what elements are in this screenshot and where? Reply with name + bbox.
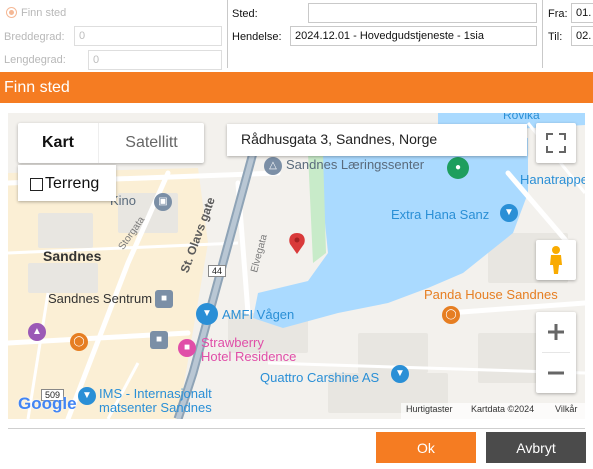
cinema-icon: ▣	[154, 193, 172, 211]
label-extra: Extra Hana Sanz	[391, 207, 490, 222]
label-panda: Panda House Sandnes	[424, 287, 558, 302]
label-quattro: Quattro Carshine AS	[260, 370, 380, 385]
amfi-icon: ▼	[196, 303, 218, 325]
terms-link[interactable]: Vilkår	[555, 404, 577, 414]
cancel-button[interactable]: Avbryt	[486, 432, 586, 463]
lengdegrad-input[interactable]	[88, 50, 222, 70]
map-view[interactable]: Rovika Sandnes Læringssenter △ ● Hanatra…	[8, 113, 585, 419]
ims-icon: ▼	[78, 387, 96, 405]
sted-label: Sted:	[232, 8, 258, 20]
fullscreen-button[interactable]	[536, 123, 576, 163]
sted-input[interactable]	[308, 3, 537, 23]
street-view-button[interactable]	[536, 240, 576, 280]
til-label: Til:	[548, 31, 563, 43]
terrain-label: Terreng	[45, 175, 100, 192]
transit-icon-2: ■	[150, 331, 168, 349]
zoom-in-button[interactable]	[536, 312, 576, 352]
label-ims-1: IMS - Internasjonalt	[99, 386, 212, 401]
address-text: Rådhusgata 3, Sandnes, Norge	[241, 131, 438, 147]
hendelse-input[interactable]	[290, 26, 537, 46]
label-laeringssenter: Sandnes Læringssenter	[286, 157, 425, 172]
restaurant-icon: ◯	[442, 306, 460, 324]
form-divider-2	[542, 0, 543, 68]
label-strawberry-1: Strawberry	[201, 335, 264, 350]
til-input[interactable]	[571, 26, 593, 46]
form-divider	[227, 0, 228, 68]
pegman-icon	[550, 246, 562, 274]
school-icon: △	[264, 157, 282, 175]
dialog-title: Finn sted	[0, 72, 593, 103]
label-rovika: Rovika	[503, 113, 540, 122]
transit-icon: ■	[155, 290, 173, 308]
museum-icon: ▲	[28, 323, 46, 341]
location-marker	[289, 233, 305, 254]
label-strawberry-2: Hotel Residence	[201, 349, 297, 364]
road-44-badge: 44	[208, 265, 227, 277]
label-hanatrappe: Hanatrappe	[520, 172, 585, 187]
label-sentrum: Sandnes Sentrum	[48, 291, 153, 306]
google-logo: Google	[18, 394, 77, 413]
fra-input[interactable]	[571, 3, 593, 23]
zoom-out-button[interactable]	[536, 353, 576, 393]
fra-label: Fra:	[548, 8, 568, 20]
label-ims-2: matsenter Sandnes	[99, 400, 212, 415]
terrain-checkbox[interactable]	[30, 178, 43, 191]
shopping-icon: ▼	[500, 204, 518, 222]
label-sandnes: Sandnes	[43, 248, 102, 264]
lengdegrad-label: Lengdegrad:	[4, 54, 66, 66]
finn-sted-radio[interactable]	[6, 7, 17, 18]
restaurant-icon-left: ◯	[70, 333, 88, 351]
breddegrad-label: Breddegrad:	[4, 31, 65, 43]
finn-sted-label: Finn sted	[21, 7, 67, 19]
plus-icon	[548, 324, 564, 340]
hendelse-label: Hendelse:	[232, 31, 282, 43]
label-amfi: AMFI Vågen	[222, 307, 295, 322]
keyboard-shortcuts-link[interactable]: Hurtigtaster	[406, 404, 453, 414]
ok-button[interactable]: Ok	[376, 432, 476, 463]
tab-map[interactable]: Kart	[18, 123, 98, 163]
breddegrad-input[interactable]	[74, 26, 222, 46]
hotel-icon: ■	[178, 339, 196, 357]
park-icon: ●	[447, 157, 469, 179]
tab-satellite[interactable]: Satellitt	[98, 123, 204, 163]
bottom-divider	[8, 428, 585, 429]
carwash-icon: ▼	[391, 365, 409, 383]
fullscreen-icon	[546, 133, 566, 153]
minus-icon	[548, 371, 564, 375]
map-data-text: Kartdata ©2024	[471, 404, 535, 414]
